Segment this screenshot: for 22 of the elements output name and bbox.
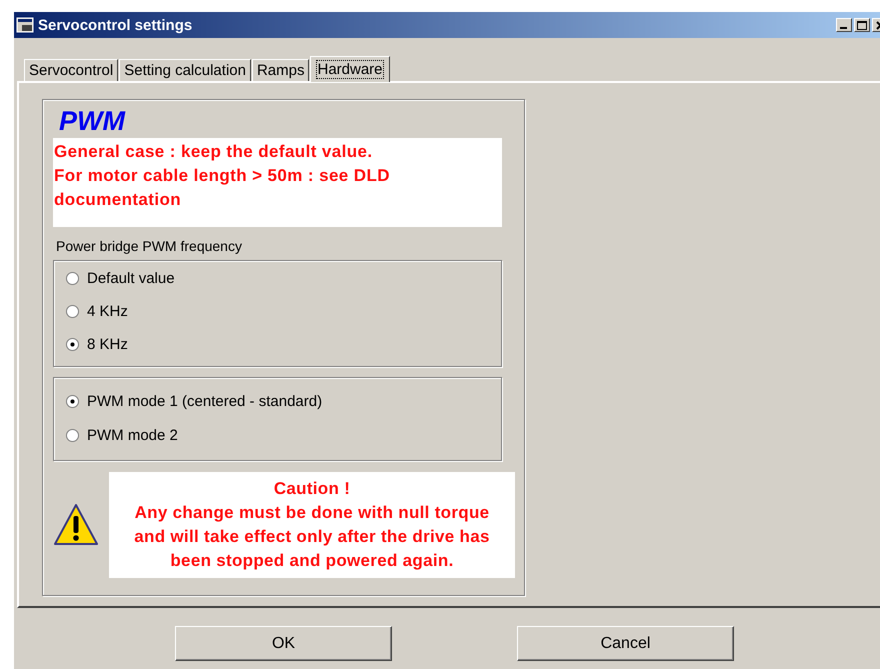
radio-option[interactable]: 8 KHz — [66, 333, 128, 355]
window-icon — [16, 17, 34, 33]
tab[interactable]: Ramps — [252, 59, 310, 81]
tab[interactable]: Hardware — [310, 56, 390, 82]
dialog-button[interactable]: Cancel — [517, 626, 734, 661]
dialog-button[interactable]: OK — [175, 626, 392, 661]
tab[interactable]: Setting calculation — [119, 59, 251, 81]
radio-option[interactable]: PWM mode 1 (centered - standard) — [66, 390, 322, 412]
caution-message: Any change must be done with null torque and will take effect only after the drive has been stopped and powered again. — [133, 502, 491, 572]
tab[interactable]: Servocontrol — [24, 59, 118, 81]
info-note: General case : keep the default value. For motor cable length > 50m : see DLD documentation — [53, 138, 502, 227]
radio-option[interactable]: PWM mode 2 — [66, 424, 178, 446]
window-title: Servocontrol settings — [38, 16, 194, 34]
field-label: Power bridge PWM frequency — [56, 238, 243, 254]
caution-title: Caution ! — [272, 478, 352, 500]
radio-option[interactable]: Default value — [66, 267, 175, 289]
radio-option[interactable]: 4 KHz — [66, 300, 128, 322]
warning-icon — [53, 502, 99, 548]
section-title: PWM — [59, 106, 126, 136]
minimize-button[interactable] — [836, 18, 852, 32]
maximize-icon — [857, 20, 867, 30]
maximize-button[interactable] — [854, 18, 870, 32]
